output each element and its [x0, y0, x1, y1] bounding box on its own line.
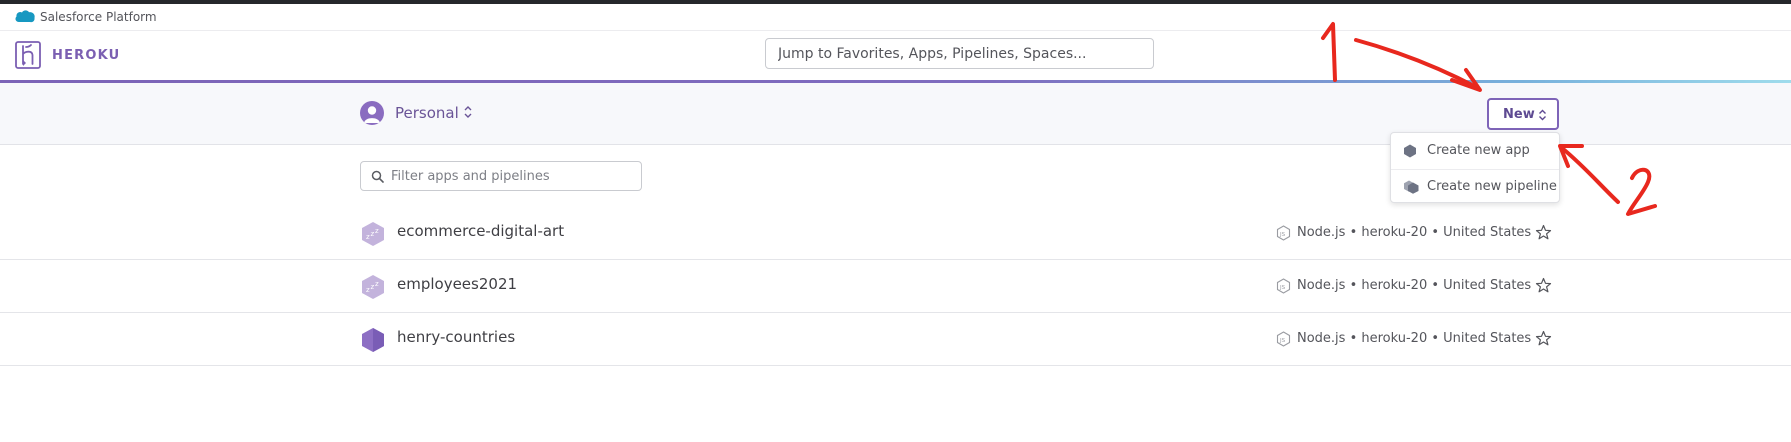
top-header: HEROKU — [0, 31, 1791, 80]
app-name-link[interactable]: ecommerce-digital-art — [397, 222, 564, 240]
account-avatar[interactable] — [360, 101, 384, 125]
chevron-up-down-icon — [1539, 109, 1546, 121]
sleeping-app-icon: z z z — [362, 275, 384, 299]
jump-to-search-input[interactable] — [765, 38, 1154, 69]
svg-text:JS: JS — [1279, 232, 1286, 238]
star-favorite-icon[interactable] — [1535, 330, 1552, 347]
nodejs-icon: JS — [1276, 278, 1291, 294]
new-button[interactable]: New — [1487, 98, 1559, 130]
nodejs-icon: JS — [1276, 225, 1291, 241]
salesforce-platform-label: Salesforce Platform — [40, 10, 157, 24]
search-icon — [371, 170, 384, 183]
menu-item-label: Create new app — [1427, 143, 1530, 158]
annotation-arrowhead-2 — [1558, 144, 1584, 168]
app-stack-region-text: Node.js • heroku-20 • United States — [1297, 331, 1532, 346]
menu-item-create-new-pipeline[interactable]: Create new pipeline — [1391, 169, 1559, 204]
menu-item-label: Create new pipeline — [1427, 179, 1557, 194]
annotation-arrow-2 — [1560, 146, 1620, 204]
new-dropdown-menu: Create new app Create new pipeline — [1390, 132, 1560, 203]
pipeline-icon — [1404, 180, 1419, 194]
svg-text:JS: JS — [1279, 285, 1286, 291]
app-stack-region-text: Node.js • heroku-20 • United States — [1297, 278, 1532, 293]
app-name-link[interactable]: henry-countries — [397, 328, 515, 346]
app-row[interactable]: z z z ecommerce-digital-art JS Node.js •… — [0, 206, 1791, 260]
svg-text:z: z — [375, 280, 379, 288]
app-row[interactable]: z z z employees2021 JS Node.js • heroku-… — [0, 259, 1791, 313]
salesforce-cloud-icon — [15, 10, 35, 23]
new-button-label: New — [1503, 107, 1535, 122]
heroku-logo-icon[interactable] — [15, 41, 41, 69]
svg-text:z: z — [371, 283, 375, 291]
sleeping-app-icon: z z z — [362, 222, 384, 246]
star-favorite-icon[interactable] — [1535, 277, 1552, 294]
app-row[interactable]: henry-countries JS Node.js • heroku-20 •… — [0, 312, 1791, 366]
svg-text:z: z — [371, 230, 375, 238]
svg-text:JS: JS — [1279, 338, 1286, 344]
heroku-brand-label[interactable]: HEROKU — [52, 48, 120, 63]
svg-text:z: z — [366, 286, 370, 294]
app-hexagon-icon — [1404, 144, 1416, 158]
star-favorite-icon[interactable] — [1535, 224, 1552, 241]
filter-apps-field[interactable] — [360, 161, 642, 191]
svg-text:z: z — [375, 227, 379, 235]
app-name-link[interactable]: employees2021 — [397, 275, 517, 293]
nodejs-icon: JS — [1276, 331, 1291, 347]
user-silhouette-icon — [364, 106, 380, 123]
account-switcher-label[interactable]: Personal — [395, 104, 459, 122]
app-stack-region-text: Node.js • heroku-20 • United States — [1297, 225, 1532, 240]
filter-apps-input[interactable] — [391, 162, 636, 190]
app-hexagon-icon — [362, 328, 384, 352]
svg-text:z: z — [366, 233, 370, 241]
salesforce-platform-bar: Salesforce Platform — [0, 4, 1791, 31]
menu-item-create-new-app[interactable]: Create new app — [1391, 134, 1559, 168]
chevron-up-down-icon[interactable] — [463, 105, 473, 119]
